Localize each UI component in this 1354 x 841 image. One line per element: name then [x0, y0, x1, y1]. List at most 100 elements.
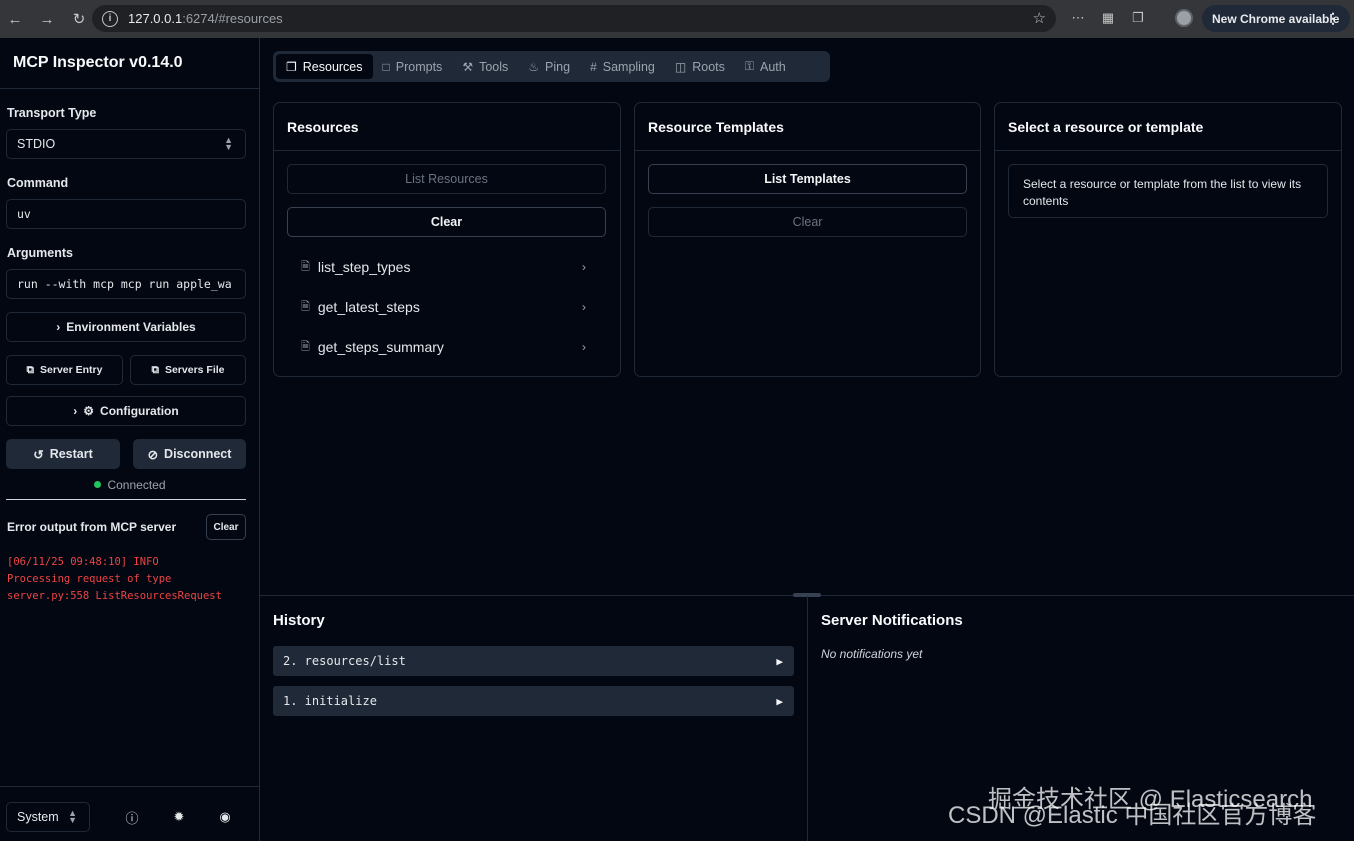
expand-play-icon[interactable]: ▶ — [776, 655, 783, 668]
chevron-right-icon: › — [582, 260, 586, 274]
resource-detail-panel: Select a resource or template Select a r… — [994, 102, 1342, 377]
update-label: New Chrome available — [1212, 11, 1340, 26]
error-section-divider — [6, 499, 246, 500]
chrome-update-button[interactable]: New Chrome available ⋮ — [1202, 5, 1350, 32]
file-icon: 🗎 — [301, 340, 310, 353]
theme-select[interactable]: System ▲ ▼ — [6, 802, 90, 832]
copy-icon: ⧉ — [26, 363, 35, 376]
configuration-button[interactable]: › ⚙ Configuration — [6, 396, 246, 426]
resources-panel-title: Resources — [274, 103, 620, 151]
forward-icon[interactable]: → — [36, 8, 58, 30]
url-text: 127.0.0.1:6274/#resources — [128, 11, 283, 26]
history-item[interactable]: 1. initialize ▶ — [273, 686, 794, 716]
notifications-title: Server Notifications — [821, 612, 963, 629]
tab-label: Sampling — [602, 59, 655, 74]
sidebar-footer-divider — [0, 786, 259, 787]
error-log: [06/11/25 09:48:10] INFO Processing requ… — [7, 556, 222, 602]
back-icon[interactable]: ← — [4, 8, 26, 30]
chevron-right-icon: › — [73, 404, 78, 418]
message-square-icon: □ — [382, 59, 390, 74]
tab-sampling[interactable]: # Sampling — [580, 54, 665, 79]
bookmark-star-icon[interactable]: ☆ — [1033, 9, 1046, 27]
tab-prompts[interactable]: □ Prompts — [373, 54, 453, 79]
error-clear-button[interactable]: Clear — [206, 514, 246, 540]
hash-icon: # — [590, 59, 597, 74]
detail-hint: Select a resource or template from the l… — [1008, 164, 1328, 218]
site-info-icon[interactable]: i — [102, 10, 118, 27]
clear-templates-button[interactable]: Clear — [648, 207, 967, 237]
resource-name: get_latest_steps — [317, 299, 420, 315]
tab-label: Ping — [545, 59, 571, 74]
profile-avatar[interactable] — [1175, 9, 1193, 27]
resource-item[interactable]: 🗎 list_step_types › — [301, 257, 586, 277]
bug-icon[interactable]: ✹ — [169, 807, 189, 827]
tab-bar: ❐ Resources □ Prompts ⚒ Tools ♨ Ping # Sampli… — [273, 51, 830, 82]
resource-item[interactable]: 🗎 get_latest_steps › — [301, 297, 586, 317]
transport-value: STDIO — [17, 137, 56, 151]
tab-label: Resources — [302, 59, 363, 74]
status-dot-icon — [94, 481, 102, 488]
select-arrows-icon: ▲ ▼ — [224, 135, 233, 152]
chrome-menu-icon[interactable]: ⋮ — [1326, 10, 1340, 27]
copy-icon: ⧉ — [151, 363, 159, 376]
tab-roots[interactable]: ◫ Roots — [665, 54, 735, 79]
restart-label: Restart — [49, 447, 93, 461]
disconnect-label: Disconnect — [164, 447, 232, 461]
chevron-right-icon: › — [582, 340, 586, 354]
help-circle-icon[interactable]: ⓘ — [122, 807, 142, 827]
detail-panel-title: Select a resource or template — [995, 103, 1341, 151]
server-entry-label: Server Entry — [40, 364, 103, 376]
transport-label: Transport Type — [7, 106, 97, 120]
file-stack-icon: ❐ — [286, 59, 297, 74]
gear-icon: ⚙ — [83, 404, 95, 418]
notifications-empty: No notifications yet — [821, 647, 923, 661]
connection-status: Connected — [0, 478, 260, 492]
select-arrows-icon: ▲ ▼ — [68, 808, 77, 825]
list-templates-button[interactable]: List Templates — [648, 164, 967, 194]
restart-button[interactable]: ↺ Restart — [6, 439, 120, 469]
templates-panel-title: Resource Templates — [635, 103, 980, 151]
tab-label: Roots — [692, 59, 725, 74]
history-item-label: 1. initialize — [283, 694, 377, 708]
env-label: Environment Variables — [66, 320, 196, 334]
resource-item[interactable]: 🗎 get_steps_summary › — [301, 337, 586, 357]
tab-resources[interactable]: ❐ Resources — [276, 54, 373, 79]
server-entry-button[interactable]: ⧉ Server Entry — [6, 355, 123, 385]
expand-play-icon[interactable]: ▶ — [776, 695, 783, 708]
reload-icon[interactable]: ↻ — [68, 8, 90, 30]
browser-toolbar: ← → ↻ i 127.0.0.1:6274/#resources ☆ ⋯ ▦ … — [0, 0, 1354, 38]
status-text: Connected — [107, 478, 166, 492]
servers-file-button[interactable]: ⧉ Servers File — [130, 355, 246, 385]
tab-label: Auth — [760, 59, 786, 74]
theme-value: System — [17, 810, 59, 824]
file-icon: 🗎 — [301, 300, 310, 313]
file-icon: 🗎 — [301, 260, 310, 273]
arguments-input[interactable]: run --with mcp mcp run apple_wa — [6, 269, 246, 299]
sidebar: MCP Inspector v0.14.0 Transport Type STD… — [0, 38, 260, 841]
app-title: MCP Inspector v0.14.0 — [13, 54, 183, 71]
tab-ping[interactable]: ♨ Ping — [518, 54, 580, 79]
command-input[interactable]: uv — [6, 199, 246, 229]
folder-tree-icon: ◫ — [674, 59, 687, 74]
translate-icon[interactable]: ▦ — [1098, 8, 1118, 28]
disconnect-button[interactable]: ⊘ Disconnect — [133, 439, 246, 469]
arguments-label: Arguments — [7, 246, 73, 260]
command-label: Command — [7, 176, 69, 190]
github-icon[interactable]: ◉ — [215, 807, 235, 827]
bottom-panels-divider — [807, 596, 808, 841]
servers-file-label: Servers File — [164, 364, 225, 376]
tab-auth[interactable]: ⚿ Auth — [735, 54, 796, 79]
chevron-right-icon: › — [56, 320, 61, 334]
history-item[interactable]: 2. resources/list ▶ — [273, 646, 794, 676]
configuration-label: Configuration — [100, 404, 179, 418]
tab-tools[interactable]: ⚒ Tools — [452, 54, 518, 79]
resource-name: get_steps_summary — [317, 339, 444, 355]
address-bar[interactable]: i 127.0.0.1:6274/#resources ☆ — [92, 5, 1056, 32]
transport-select[interactable]: STDIO ▲ ▼ — [6, 129, 246, 159]
extensions-puzzle-icon[interactable]: ❐ — [1128, 8, 1148, 28]
clear-resources-button[interactable]: Clear — [287, 207, 606, 237]
environment-variables-button[interactable]: › Environment Variables — [6, 312, 246, 342]
extension-dots-icon[interactable]: ⋯ — [1068, 8, 1088, 28]
list-resources-button[interactable]: List Resources — [287, 164, 606, 194]
sidebar-divider — [0, 88, 259, 89]
